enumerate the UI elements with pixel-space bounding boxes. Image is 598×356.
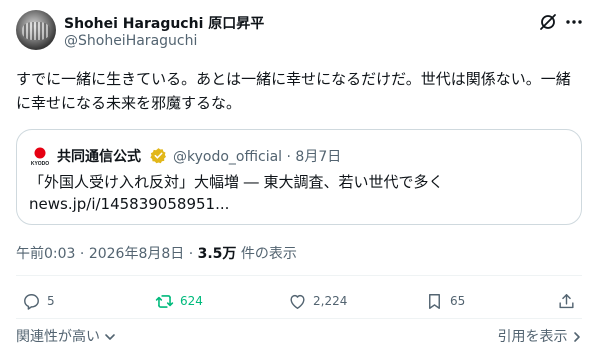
quotes-label: 引用を表示: [497, 329, 568, 345]
share-button[interactable]: [557, 290, 582, 312]
reply-count: 5: [47, 294, 55, 308]
tweet-text: すでに一緒に生きている。あとは一緒に幸せになるだけだ。世代は関係ない。一緒に幸せ…: [16, 70, 571, 112]
divider: [16, 275, 582, 276]
avatar[interactable]: [16, 10, 56, 50]
chevron-down-icon: [105, 334, 116, 340]
kyodo-logo-icon: KYODO: [31, 147, 49, 167]
author-handle[interactable]: @ShoheiHaraguchi: [64, 33, 197, 49]
quote-headline: 「外国人受け入れ反対」大幅増 ― 東大調査、若い世代で多く: [29, 173, 444, 191]
views-count: 3.5万: [197, 246, 237, 262]
reply-button[interactable]: 5: [22, 290, 55, 312]
author-name[interactable]: Shohei Haraguchi 原口昇平: [64, 13, 264, 33]
views-label: 件の表示: [240, 246, 297, 262]
tweet-header: Shohei Haraguchi 原口昇平 @ShoheiHaraguchi: [16, 10, 582, 54]
quote-author-name: 共同通信公式: [57, 149, 141, 165]
reply-icon: [24, 293, 39, 310]
like-button[interactable]: 2,224: [288, 290, 347, 312]
bookmark-button[interactable]: 65: [425, 290, 465, 312]
quoted-tweet[interactable]: KYODO 共同通信公式 @kyodo_official · 8月7日 「外国人…: [16, 129, 582, 225]
quote-text: 「外国人受け入れ反対」大幅増 ― 東大調査、若い世代で多く news.jp/i/…: [29, 171, 569, 215]
quote-handle-date: @kyodo_official · 8月7日: [173, 149, 342, 165]
heart-icon: [290, 294, 305, 309]
kyodo-logo-text: KYODO: [31, 161, 49, 167]
retweet-icon: [155, 294, 174, 308]
tweet-meta: 午前0:03 · 2026年8月8日 · 3.5万 件の表示: [16, 246, 297, 262]
retweet-button[interactable]: 624: [155, 290, 203, 312]
verified-badge-icon: [150, 148, 167, 164]
grok-icon[interactable]: [538, 12, 558, 32]
bookmark-count: 65: [450, 294, 466, 308]
more-icon[interactable]: [564, 12, 584, 32]
bookmark-icon: [429, 293, 440, 309]
view-quotes-link[interactable]: 引用を表示: [498, 326, 582, 346]
chevron-right-icon: [574, 332, 580, 342]
quote-link[interactable]: news.jp/i/145839058951...: [29, 193, 569, 215]
like-count: 2,224: [313, 294, 348, 308]
sort-label: 関連性が高い: [16, 329, 100, 345]
tweet-date[interactable]: 2026年8月8日: [89, 246, 184, 262]
share-icon: [559, 293, 574, 308]
retweet-count: 624: [180, 294, 203, 308]
sort-replies-button[interactable]: 関連性が高い: [16, 326, 116, 346]
divider: [16, 318, 582, 319]
tweet-time[interactable]: 午前0:03: [16, 246, 75, 262]
